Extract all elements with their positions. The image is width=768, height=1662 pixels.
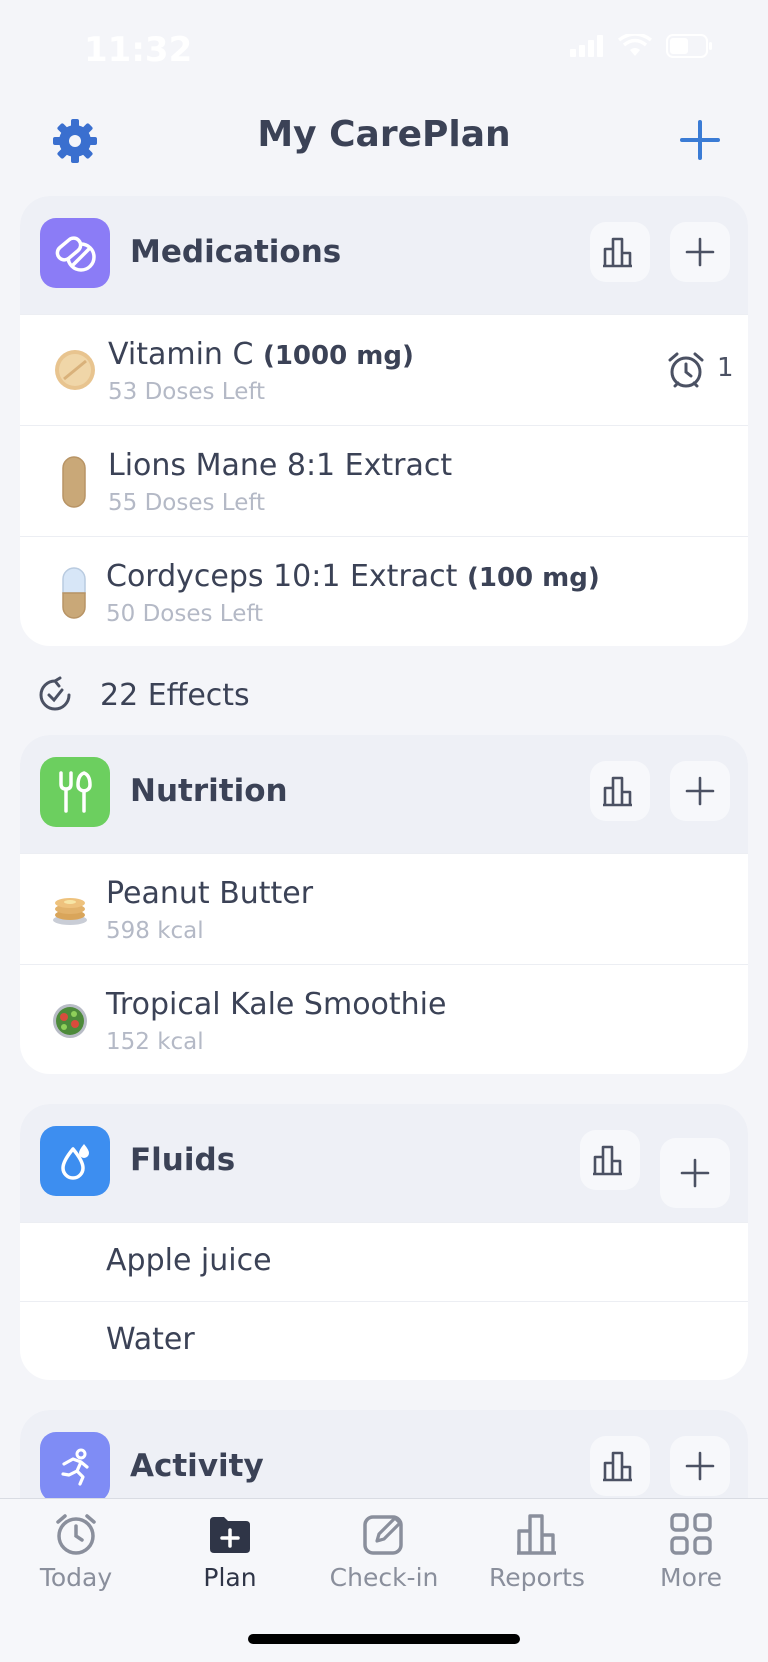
medication-doses-left: 55 Doses Left: [108, 490, 266, 516]
nutrition-card: Nutrition Peanut Butter 598 kcal Tropica…: [20, 735, 748, 1074]
fluid-name: Water: [106, 1322, 195, 1357]
fluids-add-button[interactable]: [660, 1138, 730, 1208]
signal-icon: [570, 35, 603, 57]
fluid-row[interactable]: Water: [20, 1301, 748, 1380]
tab-label: Reports: [489, 1563, 585, 1592]
folder-plus-icon: [210, 1517, 250, 1553]
wifi-icon: [618, 34, 652, 56]
bar-chart-icon: [603, 237, 632, 268]
pancakes-icon: [53, 898, 87, 925]
nutrition-header: Nutrition: [20, 735, 748, 853]
nutrition-row[interactable]: Peanut Butter 598 kcal: [20, 853, 748, 964]
nutrition-add-button[interactable]: [670, 761, 730, 821]
utensils-icon: [40, 757, 110, 827]
tab-label: Plan: [203, 1563, 257, 1592]
medications-title: Medications: [130, 234, 342, 270]
medication-doses-left: 53 Doses Left: [108, 379, 266, 405]
activity-reports-button[interactable]: [590, 1436, 650, 1496]
tab-check-in[interactable]: Check-in: [314, 1511, 454, 1592]
capsule-icon: [62, 456, 86, 508]
edit-icon: [363, 1515, 403, 1555]
plus-icon: [685, 237, 715, 267]
add-plan-item-button[interactable]: [678, 118, 722, 162]
medication-name: Cordyceps 10:1 Extract (100 mg): [106, 559, 600, 594]
capsule-icon: [62, 567, 86, 619]
plus-icon: [680, 1158, 710, 1188]
medication-row[interactable]: Cordyceps 10:1 Extract (100 mg) 50 Doses…: [20, 536, 748, 646]
medication-dose: (100 mg): [466, 563, 600, 593]
medication-row[interactable]: Vitamin C (1000 mg) 53 Doses Left 1: [20, 314, 748, 425]
droplet-icon: [40, 1126, 110, 1196]
fluids-reports-button[interactable]: [580, 1130, 640, 1190]
food-name: Peanut Butter: [106, 876, 314, 911]
grid-icon: [670, 1513, 712, 1555]
tab-more[interactable]: More: [621, 1511, 761, 1592]
running-icon: [40, 1432, 110, 1502]
tab-reports[interactable]: Reports: [467, 1511, 607, 1592]
medications-header: Medications: [20, 196, 748, 314]
food-calories: 598 kcal: [106, 918, 204, 944]
tab-plan[interactable]: Plan: [160, 1511, 300, 1592]
fluids-title: Fluids: [130, 1142, 236, 1178]
activity-title: Activity: [130, 1448, 264, 1484]
page-title: My CarePlan: [257, 114, 511, 155]
medications-reports-button[interactable]: [590, 222, 650, 282]
tab-label: More: [660, 1563, 722, 1592]
bar-chart-icon: [517, 1514, 556, 1555]
tab-today[interactable]: Today: [6, 1511, 146, 1592]
plus-icon: [685, 776, 715, 806]
status-time: 11:32: [84, 30, 193, 70]
tablet-icon: [55, 350, 95, 390]
medication-doses-left: 50 Doses Left: [106, 601, 264, 627]
bar-chart-icon: [603, 1451, 632, 1482]
salad-bowl-icon: [53, 1004, 87, 1038]
tab-label: Check-in: [329, 1563, 439, 1592]
activity-add-button[interactable]: [670, 1436, 730, 1496]
nutrition-reports-button[interactable]: [590, 761, 650, 821]
tab-label: Today: [39, 1563, 113, 1592]
fluids-card: Fluids Apple juice Water: [20, 1104, 748, 1380]
medications-card: Medications Vitamin C (1000 mg) 53 Doses…: [20, 196, 748, 646]
food-name: Tropical Kale Smoothie: [106, 987, 447, 1022]
status-bar: 11:32: [0, 0, 768, 100]
fluid-row[interactable]: Apple juice: [20, 1222, 748, 1301]
food-calories: 152 kcal: [106, 1029, 204, 1055]
fluids-header: Fluids: [20, 1104, 748, 1222]
status-icons: [570, 34, 714, 58]
home-indicator: [248, 1634, 520, 1644]
bar-chart-icon: [603, 776, 632, 807]
medication-row[interactable]: Lions Mane 8:1 Extract 55 Doses Left: [20, 425, 748, 536]
history-icon: [39, 676, 71, 711]
nutrition-title: Nutrition: [130, 773, 288, 809]
alarm-clock-icon: [668, 352, 704, 388]
nutrition-row[interactable]: Tropical Kale Smoothie 152 kcal: [20, 964, 748, 1074]
fluid-name: Apple juice: [106, 1243, 272, 1278]
plus-icon: [685, 1451, 715, 1481]
medication-dose: (1000 mg): [262, 341, 414, 371]
effects-link[interactable]: 22 Effects: [36, 673, 250, 717]
medication-name: Lions Mane 8:1 Extract: [108, 448, 453, 483]
bar-chart-icon: [593, 1145, 622, 1176]
clock-icon: [56, 1514, 96, 1555]
medication-name: Vitamin C (1000 mg): [108, 337, 414, 372]
effects-label: 22 Effects: [100, 677, 250, 713]
medications-add-button[interactable]: [670, 222, 730, 282]
pills-icon: [40, 218, 110, 288]
battery-icon: [666, 34, 712, 58]
header: My CarePlan: [0, 100, 768, 190]
reminder-count: 1: [717, 353, 734, 383]
